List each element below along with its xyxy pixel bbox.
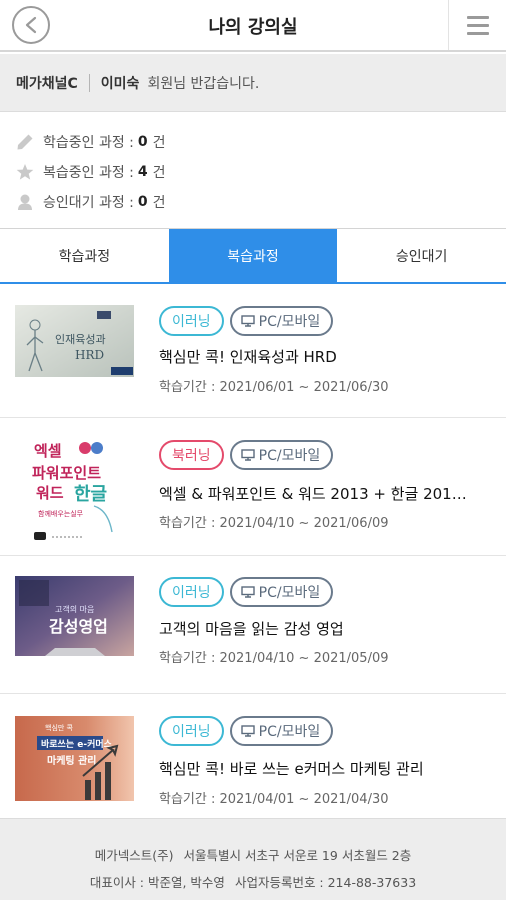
stat-label: 학습중인 과정 : [43, 135, 134, 151]
monitor-icon [240, 725, 255, 737]
course-thumbnail: 고객의 마음 감성영업 [15, 576, 134, 666]
course-thumbnail: 인재육성과 HRD [15, 305, 134, 377]
svg-text:고객의 마음: 고객의 마음 [55, 604, 94, 614]
stat-learning: 학습중인 과정 : 0 건 [16, 127, 166, 157]
device-tag: PC/모바일 [229, 440, 334, 470]
channel-name: 메가채널C [16, 75, 78, 92]
monitor-icon [240, 586, 255, 598]
business-number: 사업자등록번호 : 214-88-37633 [234, 875, 417, 890]
svg-text:핵심만 콕: 핵심만 콕 [45, 723, 74, 732]
course-tabs: 학습과정 복습과정 승인대기 [0, 228, 506, 284]
course-period: 학습기간 : 2021/04/10 ~ 2021/05/09 [159, 651, 389, 666]
elearning-tag: 이러닝 [159, 577, 224, 607]
course-title[interactable]: 고객의 마음을 읽는 감성 영업 [159, 618, 344, 639]
stat-label: 복습중인 과정 : [43, 165, 134, 181]
stat-unit: 건 [152, 135, 166, 151]
stat-value: 4 [137, 164, 148, 180]
course-period: 학습기간 : 2021/06/01 ~ 2021/06/30 [159, 380, 389, 395]
course-title[interactable]: 엑셀 & 파워포인트 & 워드 2013 + 한글 2014 ... [159, 483, 474, 504]
course-item[interactable]: 엑셀 파워포인트 워드 한글 함께배우는실무 북러닝 PC/모바일 엑셀 & 파… [0, 418, 506, 556]
tab-review[interactable]: 복습과정 [168, 229, 338, 282]
svg-text:워드: 워드 [36, 484, 64, 502]
device-tag-label: PC/모바일 [258, 314, 321, 330]
greeting-bar: 메가채널C 이미숙 회원님 반갑습니다. [0, 54, 506, 112]
stat-pending: 승인대기 과정 : 0 건 [16, 187, 166, 217]
course-tags: 이러닝 PC/모바일 [159, 306, 334, 336]
monitor-icon [240, 315, 255, 327]
svg-text:바로쓰는 e-커머스: 바로쓰는 e-커머스 [41, 738, 113, 750]
company-address: 서울특별시 서초구 서운로 19 서초월드 2층 [183, 848, 412, 863]
tab-learning[interactable]: 학습과정 [0, 229, 169, 282]
device-tag: PC/모바일 [229, 306, 334, 336]
svg-text:인재육성과: 인재육성과 [55, 333, 106, 346]
svg-text:HRD: HRD [75, 348, 104, 362]
footer-line-2: 대표이사 : 박준열, 박수영 사업자등록번호 : 214-88-37633 [0, 872, 506, 891]
pencil-icon [16, 133, 34, 151]
svg-text:함께배우는실무: 함께배우는실무 [38, 509, 84, 518]
user-icon [16, 193, 34, 211]
course-item[interactable]: 인재육성과 HRD 이러닝 PC/모바일 핵심만 콕! 인재육성과 HRD 학습… [0, 286, 506, 418]
stat-review: 복습중인 과정 : 4 건 [16, 157, 166, 187]
course-list: 인재육성과 HRD 이러닝 PC/모바일 핵심만 콕! 인재육성과 HRD 학습… [0, 286, 506, 826]
svg-text:파워포인트: 파워포인트 [32, 464, 101, 482]
tab-pending[interactable]: 승인대기 [337, 229, 506, 282]
company-name: 메가넥스트(주) [94, 848, 174, 863]
elearning-tag: 이러닝 [159, 306, 224, 336]
stat-label: 승인대기 과정 : [43, 195, 134, 211]
course-item[interactable]: 핵심만 콕 바로쓰는 e-커머스 마케팅 관리 이러닝 PC/모바일 핵심만 콕… [0, 694, 506, 826]
course-title[interactable]: 핵심만 콕! 바로 쓰는 e커머스 마케팅 관리 [159, 758, 424, 779]
stat-unit: 건 [152, 195, 166, 211]
device-tag-label: PC/모바일 [258, 724, 321, 740]
stat-value: 0 [137, 134, 148, 150]
divider [88, 73, 90, 92]
device-tag: PC/모바일 [229, 716, 334, 746]
course-thumbnail: 핵심만 콕 바로쓰는 e-커머스 마케팅 관리 [15, 716, 134, 801]
footer: 메가넥스트(주) 서울특별시 서초구 서운로 19 서초월드 2층 대표이사 : … [0, 818, 506, 900]
footer-line-1: 메가넥스트(주) 서울특별시 서초구 서운로 19 서초월드 2층 [0, 845, 506, 864]
course-tags: 이러닝 PC/모바일 [159, 577, 334, 607]
stat-unit: 건 [152, 165, 166, 181]
device-tag-label: PC/모바일 [258, 448, 321, 464]
svg-text:마케팅 관리: 마케팅 관리 [47, 754, 96, 767]
hamburger-menu-icon [466, 15, 489, 19]
device-tag: PC/모바일 [229, 577, 334, 607]
ceo-info: 대표이사 : 박준열, 박수영 [89, 875, 225, 890]
menu-button[interactable] [448, 0, 506, 50]
course-tags: 북러닝 PC/모바일 [159, 440, 334, 470]
course-item[interactable]: 고객의 마음 감성영업 이러닝 PC/모바일 고객의 마음을 읽는 감성 영업 … [0, 556, 506, 694]
course-tags: 이러닝 PC/모바일 [159, 716, 334, 746]
course-thumbnail: 엑셀 파워포인트 워드 한글 함께배우는실무 [28, 436, 124, 544]
greeting-message: 회원님 반갑습니다. [147, 75, 260, 92]
page-title: 나의 강의실 [208, 17, 298, 38]
monitor-icon [240, 449, 255, 461]
course-period: 학습기간 : 2021/04/01 ~ 2021/04/30 [159, 792, 389, 807]
course-title[interactable]: 핵심만 콕! 인재육성과 HRD [159, 346, 337, 367]
svg-text:엑셀: 엑셀 [34, 442, 62, 460]
course-period: 학습기간 : 2021/04/10 ~ 2021/06/09 [159, 516, 389, 531]
app-header: 나의 강의실 [0, 0, 506, 52]
booklearning-tag: 북러닝 [159, 440, 224, 470]
svg-text:한글: 한글 [74, 484, 107, 505]
course-stats: 학습중인 과정 : 0 건 복습중인 과정 : 4 건 승인대기 과정 : 0 … [16, 127, 166, 217]
elearning-tag: 이러닝 [159, 716, 224, 746]
user-name: 이미숙 [100, 75, 140, 92]
svg-text:감성영업: 감성영업 [49, 617, 108, 636]
stat-value: 0 [137, 194, 148, 210]
device-tag-label: PC/모바일 [258, 585, 321, 601]
star-icon [16, 163, 34, 181]
